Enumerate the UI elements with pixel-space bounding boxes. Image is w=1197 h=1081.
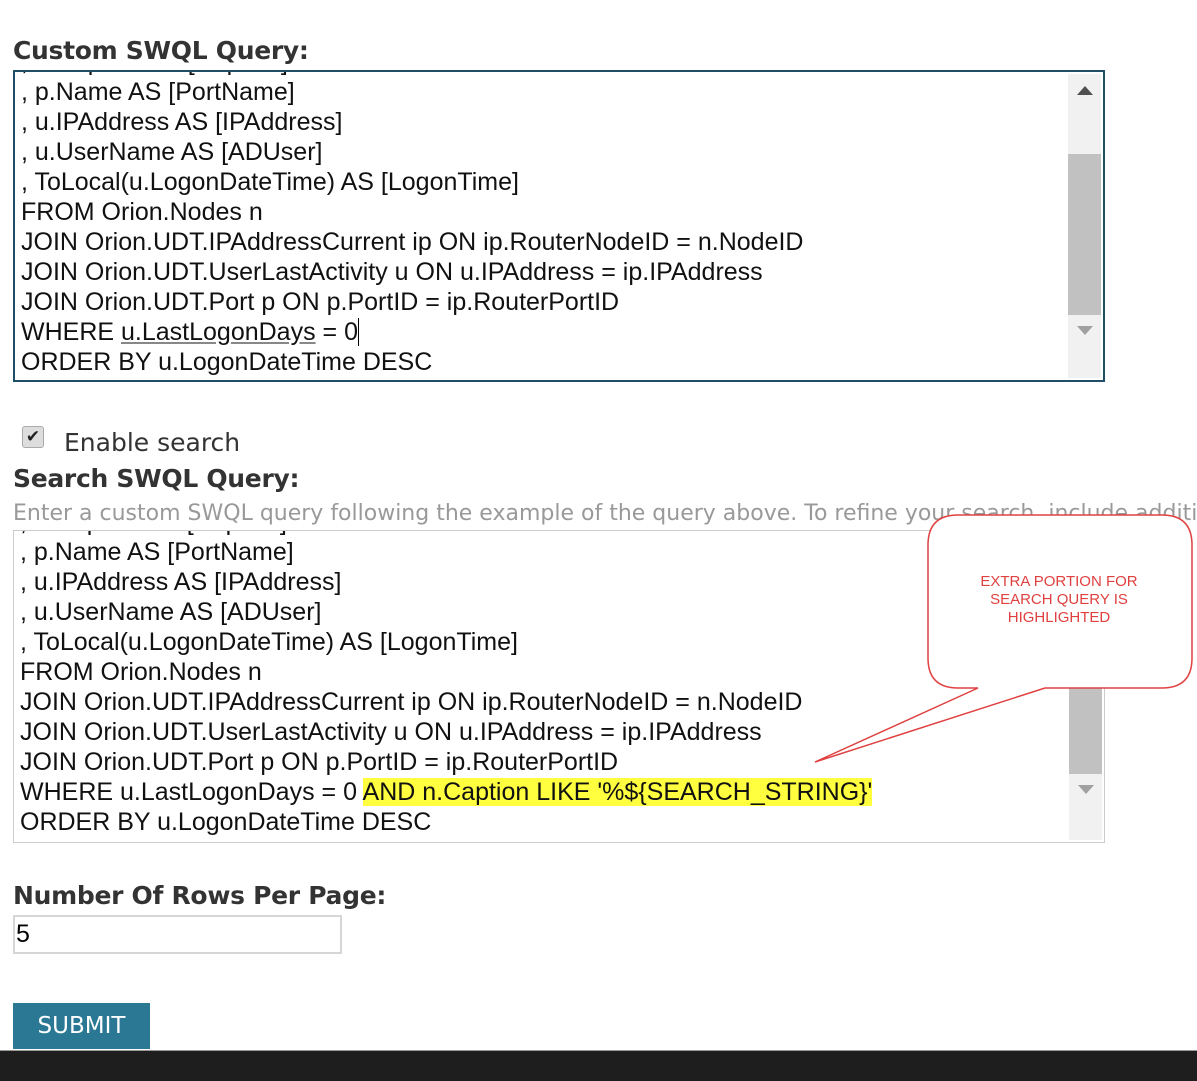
rows-per-page-label: Number Of Rows Per Page:: [13, 881, 387, 910]
callout-text: EXTRA PORTION FOR SEARCH QUERY IS HIGHLI…: [980, 573, 1138, 626]
submit-button[interactable]: SUBMIT: [13, 1003, 150, 1049]
footer-bar: [0, 1050, 1197, 1081]
rows-per-page-input[interactable]: 5: [13, 915, 342, 954]
